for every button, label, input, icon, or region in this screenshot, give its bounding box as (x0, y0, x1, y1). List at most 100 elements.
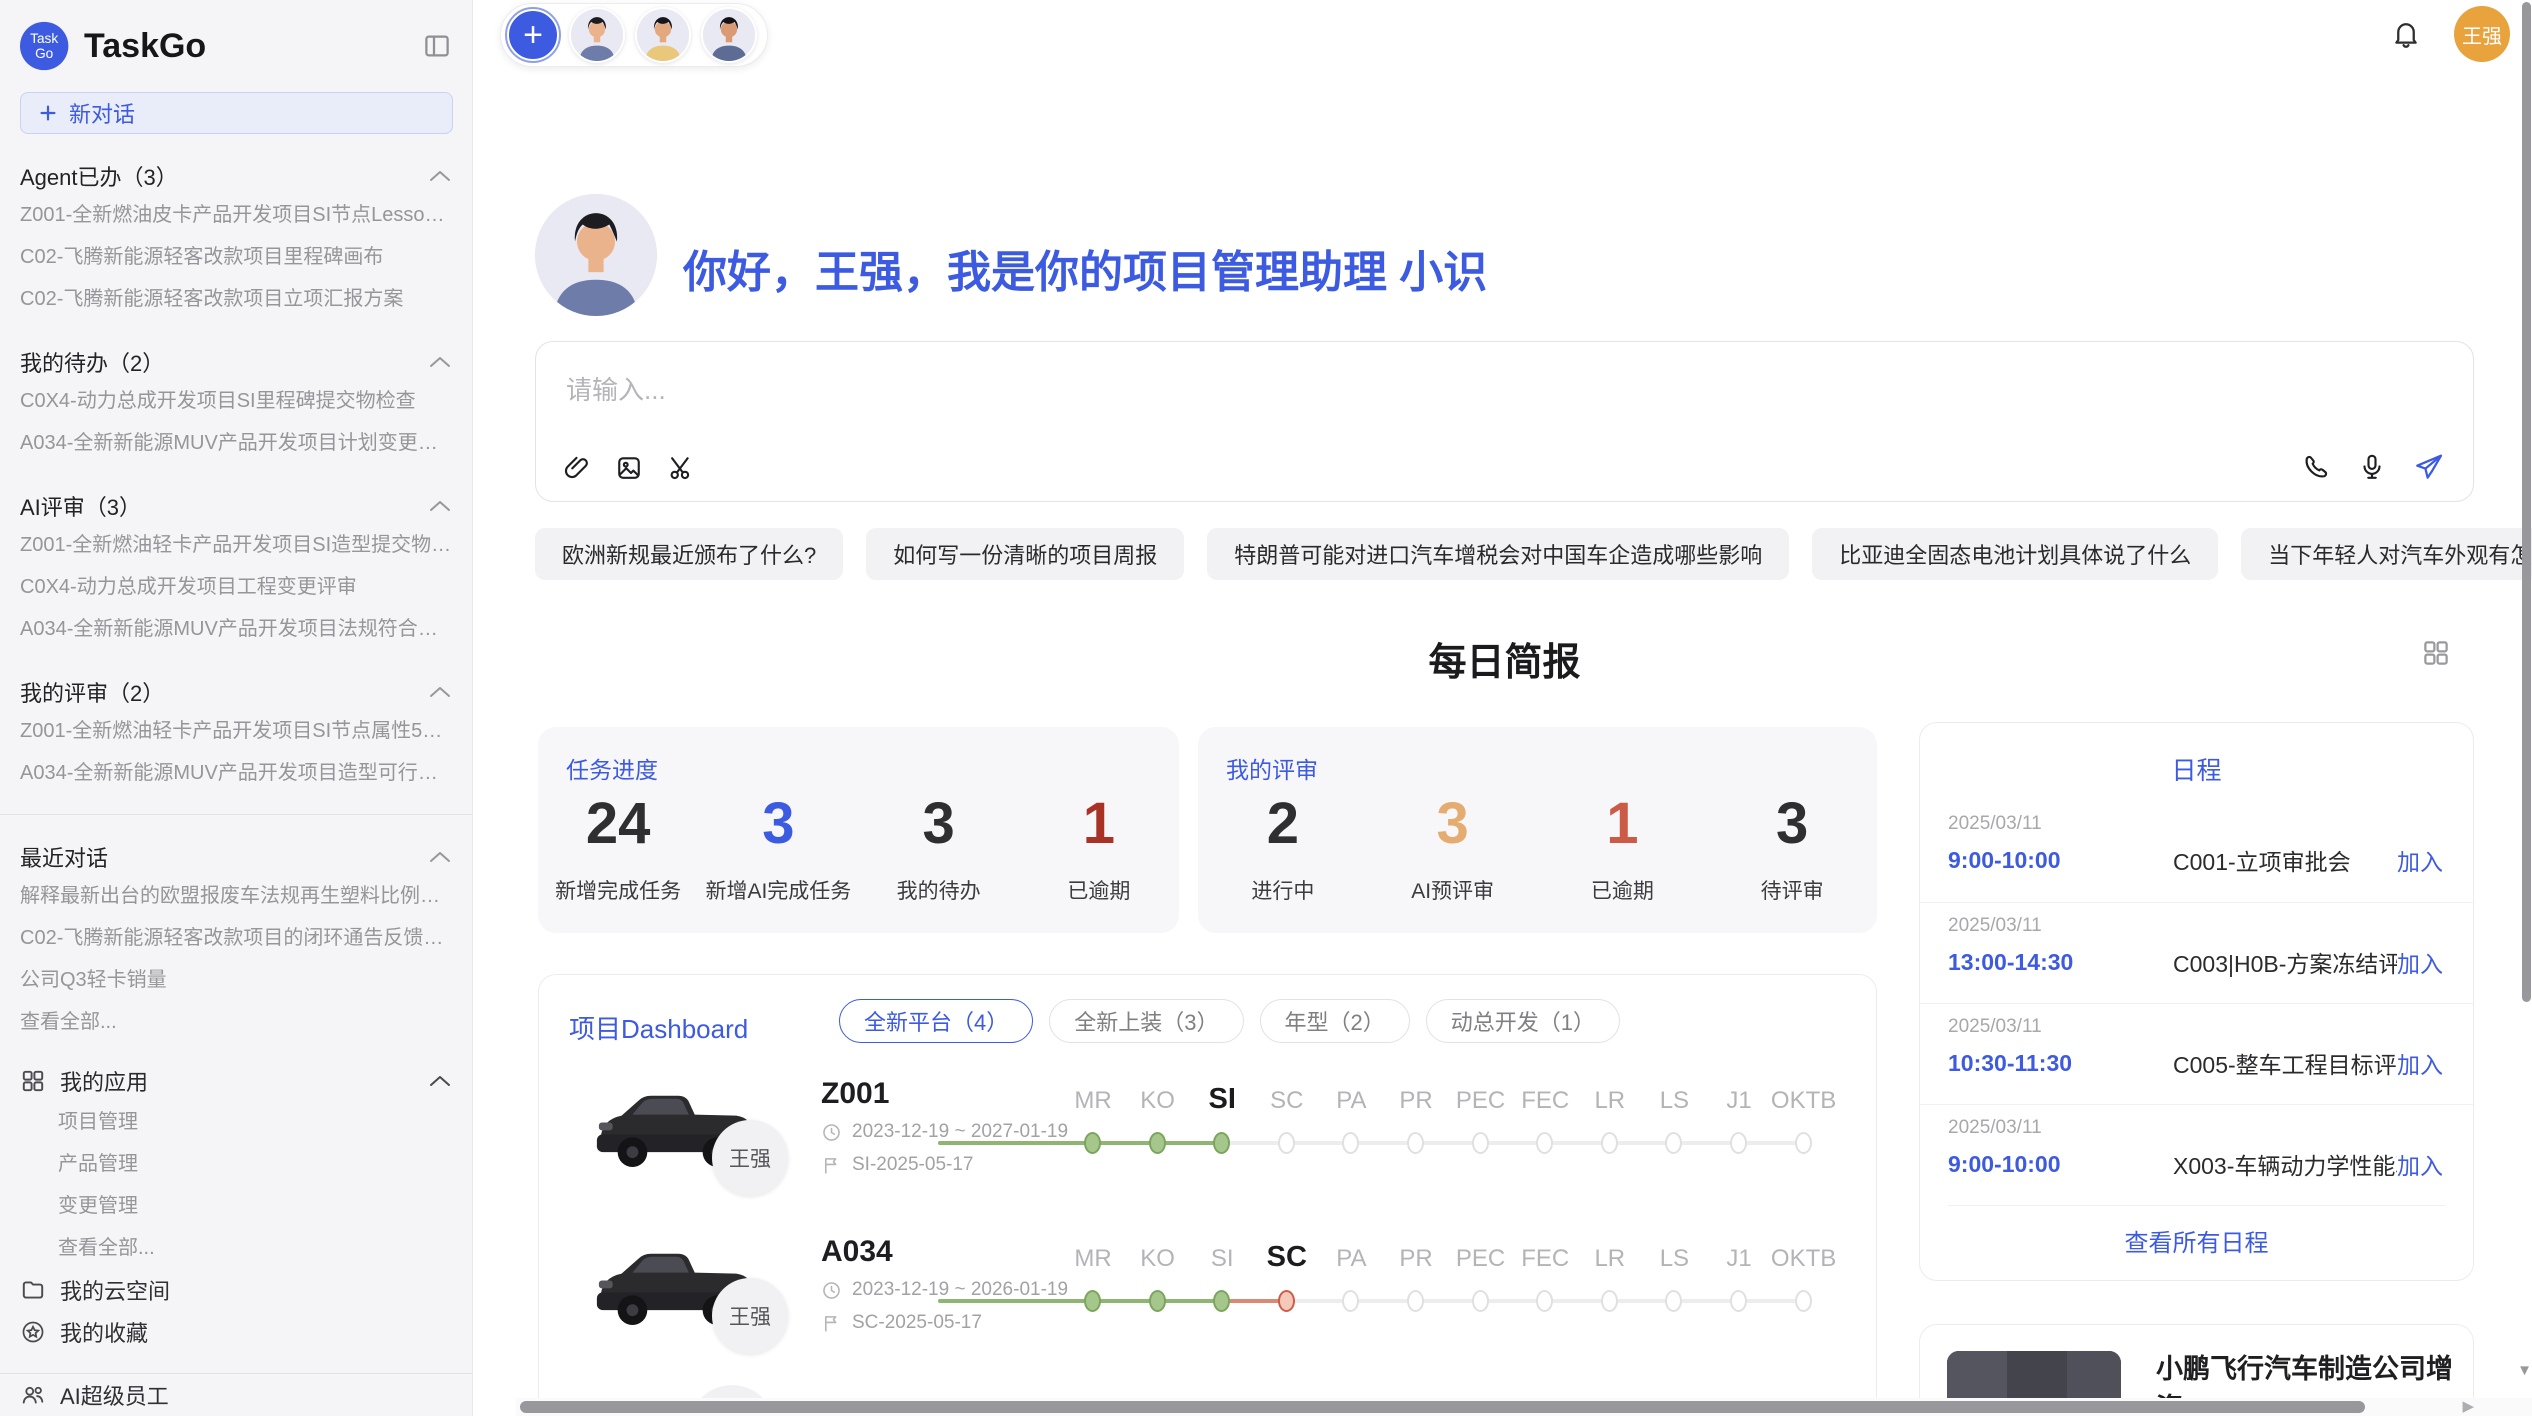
sidebar-section-header[interactable]: 最近对话 (20, 839, 452, 875)
schedule-join-link[interactable]: 加入 (2397, 1147, 2443, 1181)
layout-grid-icon[interactable] (2421, 638, 2451, 668)
person-illustration (703, 9, 755, 61)
suggestion-chip[interactable]: 特朗普可能对进口汽车增税会对中国车企造成哪些影响 (1207, 528, 1789, 580)
sidebar-task-item[interactable]: Z001-全新燃油皮卡产品开发项目SI节点Lesson Learn报告 (20, 194, 452, 236)
sidebar-task-item[interactable]: A034-全新新能源MUV产品开发项目法规符合性评审 (20, 608, 452, 650)
project-row[interactable]: 王强 A034 2023-12-19 ~ 2026-01-19 SC-2025-… (539, 1209, 1877, 1367)
dashboard-filter-tabs: 全新平台（4） 全新上装（3） 年型（2） 动总开发（1） (839, 999, 1620, 1043)
sidebar-section-title: 我的评审（2） (20, 676, 164, 708)
chevron-up-icon (428, 850, 452, 864)
agent-avatar-1[interactable] (569, 7, 625, 63)
new-chat-button[interactable]: 新对话 (20, 92, 453, 134)
composer-send-tools (2301, 451, 2445, 483)
my-apps-header[interactable]: 我的应用 (20, 1061, 452, 1101)
agent-avatar-2[interactable] (635, 7, 691, 63)
milestone-dot (1407, 1290, 1424, 1312)
stat-label: 已逾期 (1067, 875, 1130, 905)
project-dashboard-card: 项目Dashboard 全新平台（4） 全新上装（3） 年型（2） 动总开发（1） 王… (538, 974, 1877, 1416)
image-icon[interactable] (614, 453, 644, 483)
apps-view-all-link[interactable]: 查看全部... (58, 1227, 452, 1269)
sidebar-task-item[interactable]: C0X4-动力总成开发项目工程变更评审 (20, 566, 452, 608)
schedule-item-time: 9:00-10:00 (1948, 1151, 2173, 1178)
app-link[interactable]: 变更管理 (58, 1185, 452, 1227)
scroll-down-arrow-icon[interactable]: ▼ (2517, 1362, 2532, 1379)
sidebar-section-header[interactable]: Agent已办（3） (20, 158, 452, 194)
sidebar-task-item[interactable]: Z001-全新燃油轻卡产品开发项目SI造型提交物评审 (20, 524, 452, 566)
sidebar-task-item[interactable]: C02-飞腾新能源轻客改款项目立项汇报方案 (20, 278, 452, 320)
horizontal-scrollbar-thumb[interactable] (520, 1401, 2365, 1413)
schedule-item-time: 13:00-14:30 (1948, 949, 2173, 976)
phone-icon[interactable] (2301, 452, 2331, 482)
milestone-dot (1536, 1132, 1553, 1154)
stat-value: 1 (1083, 785, 1115, 863)
schedule-join-link[interactable]: 加入 (2397, 1046, 2443, 1080)
schedule-item-name: C001-立项审批会 (2173, 843, 2397, 877)
recent-conversation-item[interactable]: 解释最新出台的欧盟报废车法规再生塑料比例被调至15%... (20, 875, 452, 917)
schedule-item-name: C005-整车工程目标评审 (2173, 1046, 2397, 1080)
project-row[interactable]: 王强 Z001 2023-12-19 ~ 2027-01-19 SI-2025-… (539, 1051, 1877, 1209)
sidebar-tool-AI超级员工[interactable]: AI超级员工 (20, 1374, 452, 1416)
schedule-view-all-link[interactable]: 查看所有日程 (1920, 1223, 2473, 1258)
stat-value: 24 (586, 785, 651, 863)
app-link[interactable]: 项目管理 (58, 1101, 452, 1143)
add-agent-button[interactable]: + (507, 9, 559, 61)
person-illustration (637, 9, 689, 61)
sidebar-section: 我的待办（2） C0X4-动力总成开发项目SI里程碑提交物检查A034-全新新能… (20, 344, 452, 464)
stat: 3 待评审 (1707, 785, 1877, 933)
sidebar-section-title: 最近对话 (20, 841, 108, 873)
milestone-label: OKTB (1749, 1087, 1859, 1115)
sidebar-task-item[interactable]: Z001-全新燃油轻卡产品开发项目SI节点属性5D文件评审 (20, 710, 452, 752)
app-link[interactable]: 产品管理 (58, 1143, 452, 1185)
recent-view-all-link[interactable]: 查看全部... (20, 1001, 452, 1043)
sidebar-task-item[interactable]: C02-飞腾新能源轻客改款项目里程碑画布 (20, 236, 452, 278)
milestone-dot (1278, 1290, 1295, 1312)
microphone-icon[interactable] (2357, 452, 2387, 482)
dashboard-tab[interactable]: 动总开发（1） (1426, 999, 1620, 1043)
stat-value: 3 (922, 785, 954, 863)
recent-conversation-item[interactable]: 公司Q3轻卡销量 (20, 959, 452, 1001)
sidebar-section: Agent已办（3） Z001-全新燃油皮卡产品开发项目SI节点Lesson L… (20, 158, 452, 320)
scroll-right-arrow-icon[interactable]: ▶ (2462, 1398, 2474, 1416)
new-chat-label: 新对话 (69, 97, 135, 129)
milestone-dot (1665, 1290, 1682, 1312)
suggestion-chip[interactable]: 欧洲新规最近颁布了什么? (535, 528, 843, 580)
dashboard-title: 项目Dashboard (569, 1009, 748, 1046)
flag-icon (821, 1155, 842, 1176)
schedule-join-link[interactable]: 加入 (2397, 843, 2443, 877)
dashboard-tab[interactable]: 年型（2） (1260, 999, 1410, 1043)
horizontal-scrollbar[interactable]: ▶ (516, 1398, 2532, 1416)
recent-conversation-item[interactable]: C02-飞腾新能源轻客改款项目的闭环通告反馈情况 (20, 917, 452, 959)
sidebar-section-header[interactable]: AI评审（3） (20, 488, 452, 524)
sidebar-task-item[interactable]: A034-全新新能源MUV产品开发项目造型可行性评审 (20, 752, 452, 794)
vertical-scrollbar[interactable]: ▼ (2520, 0, 2532, 1416)
sidebar-section-header[interactable]: 我的待办（2） (20, 344, 452, 380)
dashboard-tab[interactable]: 全新上装（3） (1049, 999, 1243, 1043)
suggestion-chip[interactable]: 如何写一份清晰的项目周报 (866, 528, 1184, 580)
suggestion-chip[interactable]: 比亚迪全固态电池计划具体说了什么 (1812, 528, 2218, 580)
vertical-scrollbar-thumb[interactable] (2522, 2, 2531, 1002)
user-avatar[interactable]: 王强 (2454, 6, 2510, 62)
sidebar-section-header[interactable]: 我的评审（2） (20, 674, 452, 710)
notification-bell-icon[interactable] (2390, 18, 2422, 50)
suggestion-chip[interactable]: 当下年轻人对汽车外观有怎样的喜好趋势 (2241, 528, 2532, 580)
send-icon[interactable] (2413, 451, 2445, 483)
agent-avatar-3[interactable] (701, 7, 757, 63)
agent-switcher: + (500, 3, 768, 67)
scissors-icon[interactable] (666, 453, 696, 483)
chat-input[interactable] (536, 342, 2473, 426)
sidebar-link-我的收藏[interactable]: 我的收藏 (20, 1311, 452, 1353)
clock-icon (821, 1122, 842, 1143)
stat: 2 进行中 (1198, 785, 1368, 933)
sidebar-task-item[interactable]: C0X4-动力总成开发项目SI里程碑提交物检查 (20, 380, 452, 422)
dashboard-tab[interactable]: 全新平台（4） (839, 999, 1033, 1043)
sidebar-link-我的云空间[interactable]: 我的云空间 (20, 1269, 452, 1311)
sidebar-collapse-icon[interactable] (422, 31, 452, 61)
paperclip-icon[interactable] (562, 453, 592, 483)
milestone-dot (1407, 1132, 1424, 1154)
sidebar-task-item[interactable]: A034-全新新能源MUV产品开发项目计划变更表编写 (20, 422, 452, 464)
chat-composer (535, 341, 2474, 502)
daily-brief-title: 每日简报 (535, 631, 2474, 686)
flag-icon (821, 1313, 842, 1334)
logo-text-1: Task (30, 31, 58, 46)
schedule-join-link[interactable]: 加入 (2397, 945, 2443, 979)
